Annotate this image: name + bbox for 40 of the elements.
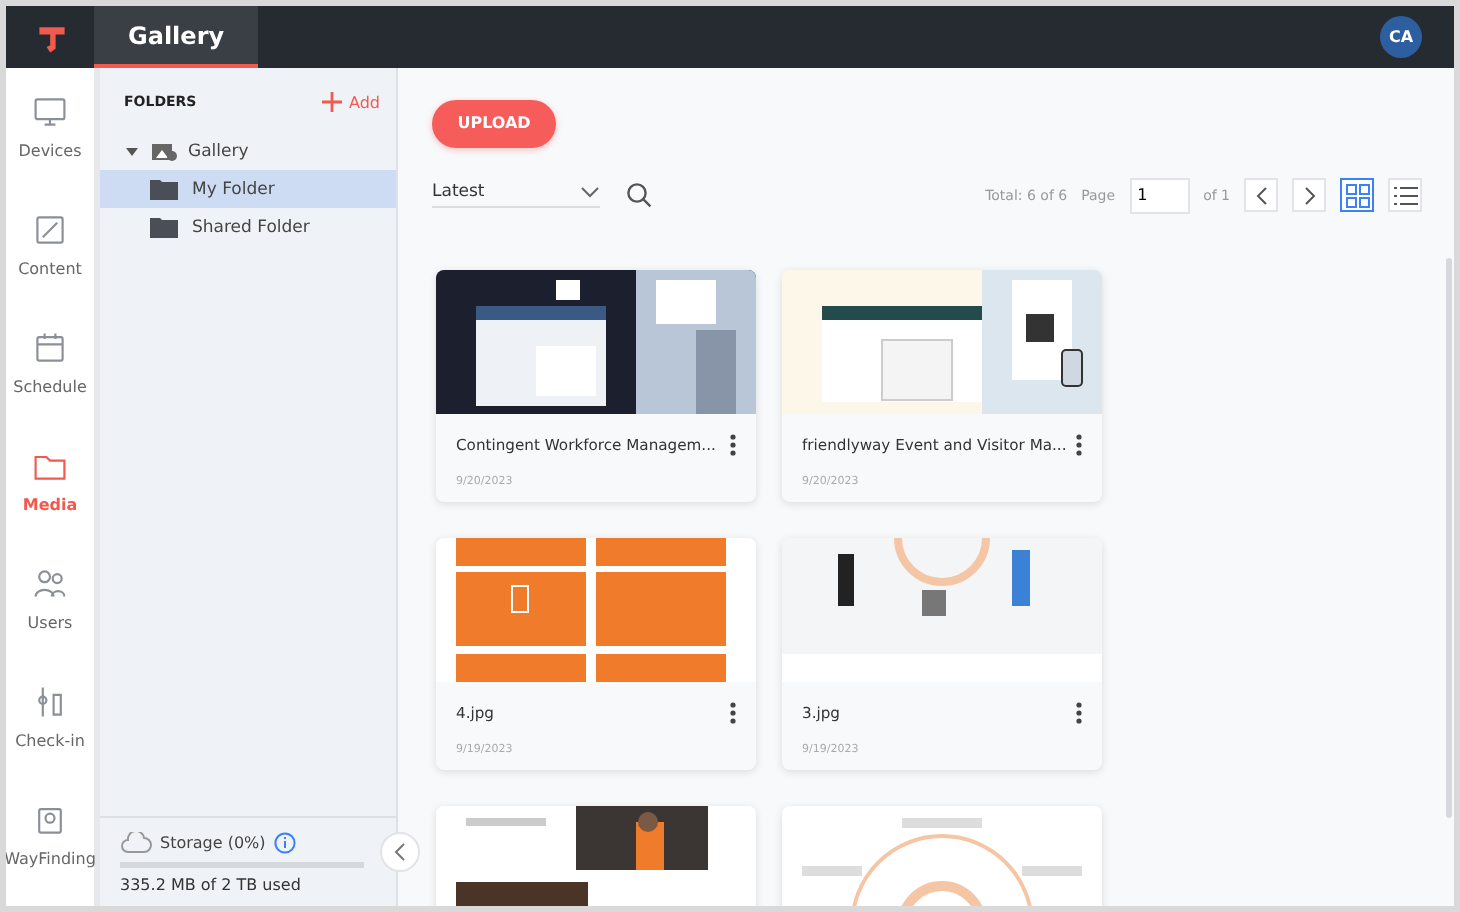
page-field[interactable]: 1	[1129, 177, 1190, 213]
calendar-icon	[32, 330, 68, 366]
folder-icon	[150, 216, 178, 238]
nav-item[interactable]: Users	[6, 540, 94, 658]
grid-view-button[interactable]	[1340, 178, 1374, 212]
storage-used: 335.2 MB of 2 TB used	[120, 876, 303, 894]
list-icon	[1393, 185, 1417, 205]
more-options-button[interactable]	[726, 701, 740, 723]
chevron-down-icon	[580, 186, 600, 198]
collapse-button[interactable]	[380, 832, 420, 872]
chevron-right-icon	[1303, 185, 1315, 205]
nav-item[interactable]: Schedule	[6, 304, 94, 422]
tree-item[interactable]: My Folder	[100, 170, 396, 208]
chevron-left-icon	[394, 842, 406, 862]
plus-icon	[321, 92, 341, 112]
previous-page-button[interactable]	[1244, 178, 1278, 212]
caret-icon	[124, 143, 140, 159]
image-folder-icon	[150, 139, 178, 163]
more-options-button[interactable]	[726, 433, 740, 455]
nav-item[interactable]: Check-in	[6, 658, 94, 776]
cloud-icon	[120, 832, 152, 854]
chevron-left-icon	[1255, 185, 1267, 205]
users-icon	[32, 566, 68, 602]
folder-icon	[150, 178, 178, 200]
info-icon[interactable]	[273, 832, 296, 854]
gallery-tab[interactable]: Gallery	[94, 6, 259, 68]
monitor-icon	[32, 94, 68, 130]
list-view-button[interactable]	[1388, 178, 1422, 212]
tree-item[interactable]: Shared Folder	[100, 208, 396, 246]
more-options-button[interactable]	[1072, 433, 1086, 455]
storage-label: Storage (0%)	[160, 834, 266, 852]
user-avatar[interactable]: CA	[1380, 16, 1422, 58]
more-options-button[interactable]	[1072, 701, 1086, 723]
search-icon[interactable]	[626, 182, 652, 208]
nav-item[interactable]: Devices	[6, 68, 94, 186]
tree-item[interactable]: Gallery	[100, 132, 396, 170]
sort-dropdown[interactable]: Latest	[432, 182, 600, 208]
next-page-button[interactable]	[1292, 178, 1326, 212]
grid-icon	[1345, 183, 1369, 207]
nav-item[interactable]: Content	[6, 186, 94, 304]
